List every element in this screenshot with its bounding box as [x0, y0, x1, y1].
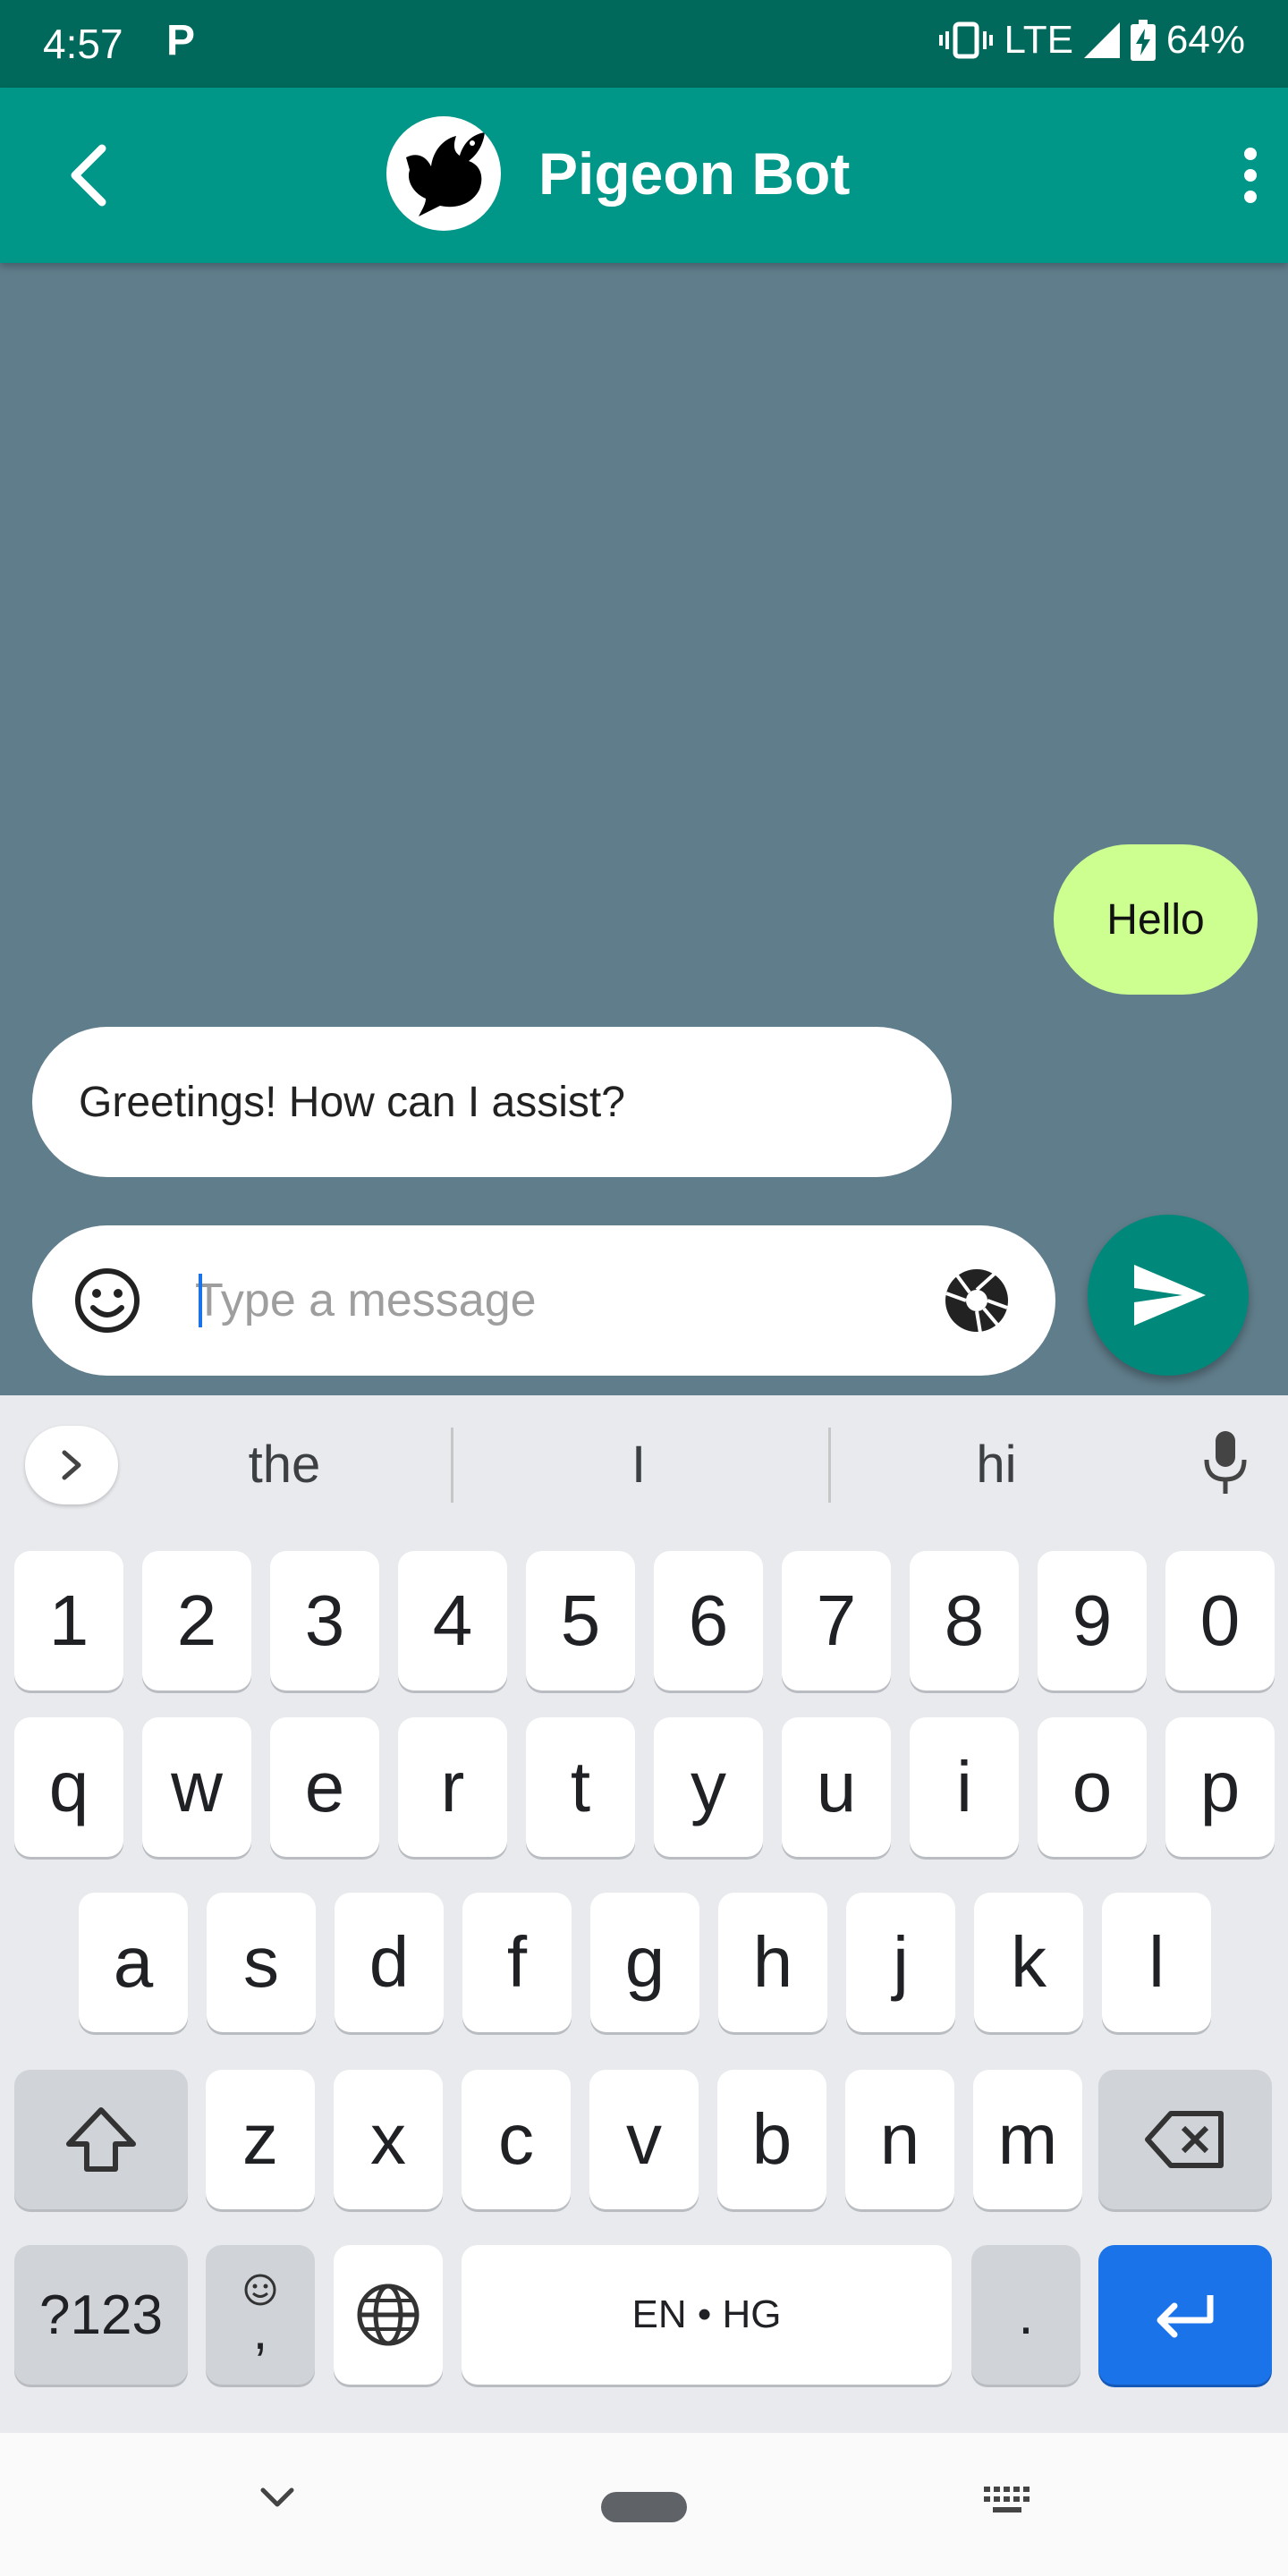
shift-icon — [66, 2107, 136, 2172]
key-l[interactable]: l — [1102, 1893, 1211, 2032]
key-m[interactable]: m — [973, 2070, 1082, 2209]
key-6[interactable]: 6 — [654, 1551, 763, 1690]
chevron-right-icon — [62, 1450, 81, 1480]
key-x[interactable]: x — [334, 2070, 443, 2209]
shift-key[interactable] — [14, 2070, 188, 2209]
key-n[interactable]: n — [845, 2070, 954, 2209]
more-vert-icon — [1244, 148, 1257, 203]
chevron-left-icon — [71, 144, 106, 207]
key-q[interactable]: q — [14, 1717, 123, 1857]
key-2[interactable]: 2 — [142, 1551, 251, 1690]
key-5[interactable]: 5 — [526, 1551, 635, 1690]
hide-keyboard-icon[interactable] — [259, 2485, 295, 2512]
enter-key[interactable] — [1098, 2245, 1272, 2385]
smiley-icon — [75, 1268, 140, 1333]
period-key[interactable]: . — [971, 2245, 1080, 2385]
soft-keyboard: the I hi 1234567890 qwertyuiop asdfghjkl zx… — [0, 1395, 1288, 2433]
parking-notification-icon: P — [166, 17, 196, 64]
key-f[interactable]: f — [462, 1893, 572, 2032]
incoming-message[interactable]: Greetings! How can I assist? — [32, 1027, 952, 1177]
comma-label: , — [252, 2301, 268, 2360]
key-w[interactable]: w — [142, 1717, 251, 1857]
key-3[interactable]: 3 — [270, 1551, 379, 1690]
key-4[interactable]: 4 — [398, 1551, 507, 1690]
key-k[interactable]: k — [974, 1893, 1083, 2032]
suggestion-strip: the I hi — [0, 1395, 1288, 1531]
text-cursor — [199, 1274, 202, 1327]
symbols-key[interactable]: ?123 — [14, 2245, 188, 2385]
key-t[interactable]: t — [526, 1717, 635, 1857]
bot-avatar[interactable] — [386, 116, 501, 231]
send-button[interactable] — [1088, 1215, 1249, 1376]
key-0[interactable]: 0 — [1165, 1551, 1275, 1690]
key-1[interactable]: 1 — [14, 1551, 123, 1690]
enter-icon — [1157, 2295, 1214, 2338]
status-bar: 4:57 P LTE 64% — [0, 0, 1288, 88]
key-b[interactable]: b — [717, 2070, 826, 2209]
space-key[interactable]: EN • HG — [462, 2245, 952, 2385]
key-e[interactable]: e — [270, 1717, 379, 1857]
key-i[interactable]: i — [910, 1717, 1019, 1857]
key-9[interactable]: 9 — [1038, 1551, 1147, 1690]
key-p[interactable]: p — [1165, 1717, 1275, 1857]
comma-emoji-key[interactable]: , — [206, 2245, 315, 2385]
key-v[interactable]: v — [589, 2070, 699, 2209]
message-composer — [32, 1225, 1055, 1376]
suggestion-divider — [451, 1428, 453, 1503]
suggestion-divider — [828, 1428, 831, 1503]
chat-title: Pigeon Bot — [538, 140, 851, 207]
voice-input-button[interactable] — [1200, 1428, 1250, 1499]
globe-icon — [357, 2284, 419, 2346]
signal-icon — [1083, 22, 1120, 58]
key-s[interactable]: s — [207, 1893, 316, 2032]
navigation-bar — [0, 2433, 1288, 2576]
suggestion-3[interactable]: hi — [862, 1435, 1131, 1495]
suggestion-1[interactable]: the — [150, 1435, 419, 1495]
home-button[interactable] — [601, 2492, 687, 2522]
key-o[interactable]: o — [1038, 1717, 1147, 1857]
suggestion-2[interactable]: I — [504, 1435, 773, 1495]
language-key[interactable] — [334, 2245, 443, 2385]
key-y[interactable]: y — [654, 1717, 763, 1857]
key-r[interactable]: r — [398, 1717, 507, 1857]
key-c[interactable]: c — [462, 2070, 571, 2209]
key-8[interactable]: 8 — [910, 1551, 1019, 1690]
key-a[interactable]: a — [79, 1893, 188, 2032]
pigeon-icon — [406, 132, 485, 216]
camera-button[interactable] — [943, 1267, 1011, 1335]
chat-area[interactable]: Hello Greetings! How can I assist? — [0, 263, 1288, 1395]
key-j[interactable]: j — [846, 1893, 955, 2032]
message-input[interactable] — [195, 1265, 928, 1336]
key-z[interactable]: z — [206, 2070, 315, 2209]
camera-aperture-icon — [945, 1269, 1008, 1334]
keyboard-menu-button[interactable] — [25, 1426, 118, 1504]
battery-charging-icon — [1130, 20, 1156, 61]
key-d[interactable]: d — [335, 1893, 444, 2032]
emoji-button[interactable] — [72, 1265, 143, 1336]
keyboard-switch-icon[interactable] — [982, 2483, 1032, 2519]
back-button[interactable] — [55, 140, 127, 211]
key-u[interactable]: u — [782, 1717, 891, 1857]
battery-percent: 64% — [1165, 18, 1245, 62]
more-options-button[interactable] — [1233, 140, 1268, 211]
send-icon — [1134, 1265, 1206, 1326]
microphone-icon — [1204, 1431, 1247, 1494]
network-type: LTE — [1004, 18, 1073, 62]
outgoing-message[interactable]: Hello — [1054, 844, 1258, 995]
vibrate-icon — [939, 21, 994, 59]
status-icons: LTE 64% — [939, 18, 1245, 63]
key-h[interactable]: h — [718, 1893, 827, 2032]
app-bar: Pigeon Bot — [0, 88, 1288, 263]
status-time: 4:57 — [43, 21, 123, 67]
key-7[interactable]: 7 — [782, 1551, 891, 1690]
key-g[interactable]: g — [590, 1893, 699, 2032]
backspace-icon — [1145, 2111, 1224, 2168]
backspace-key[interactable] — [1098, 2070, 1272, 2209]
